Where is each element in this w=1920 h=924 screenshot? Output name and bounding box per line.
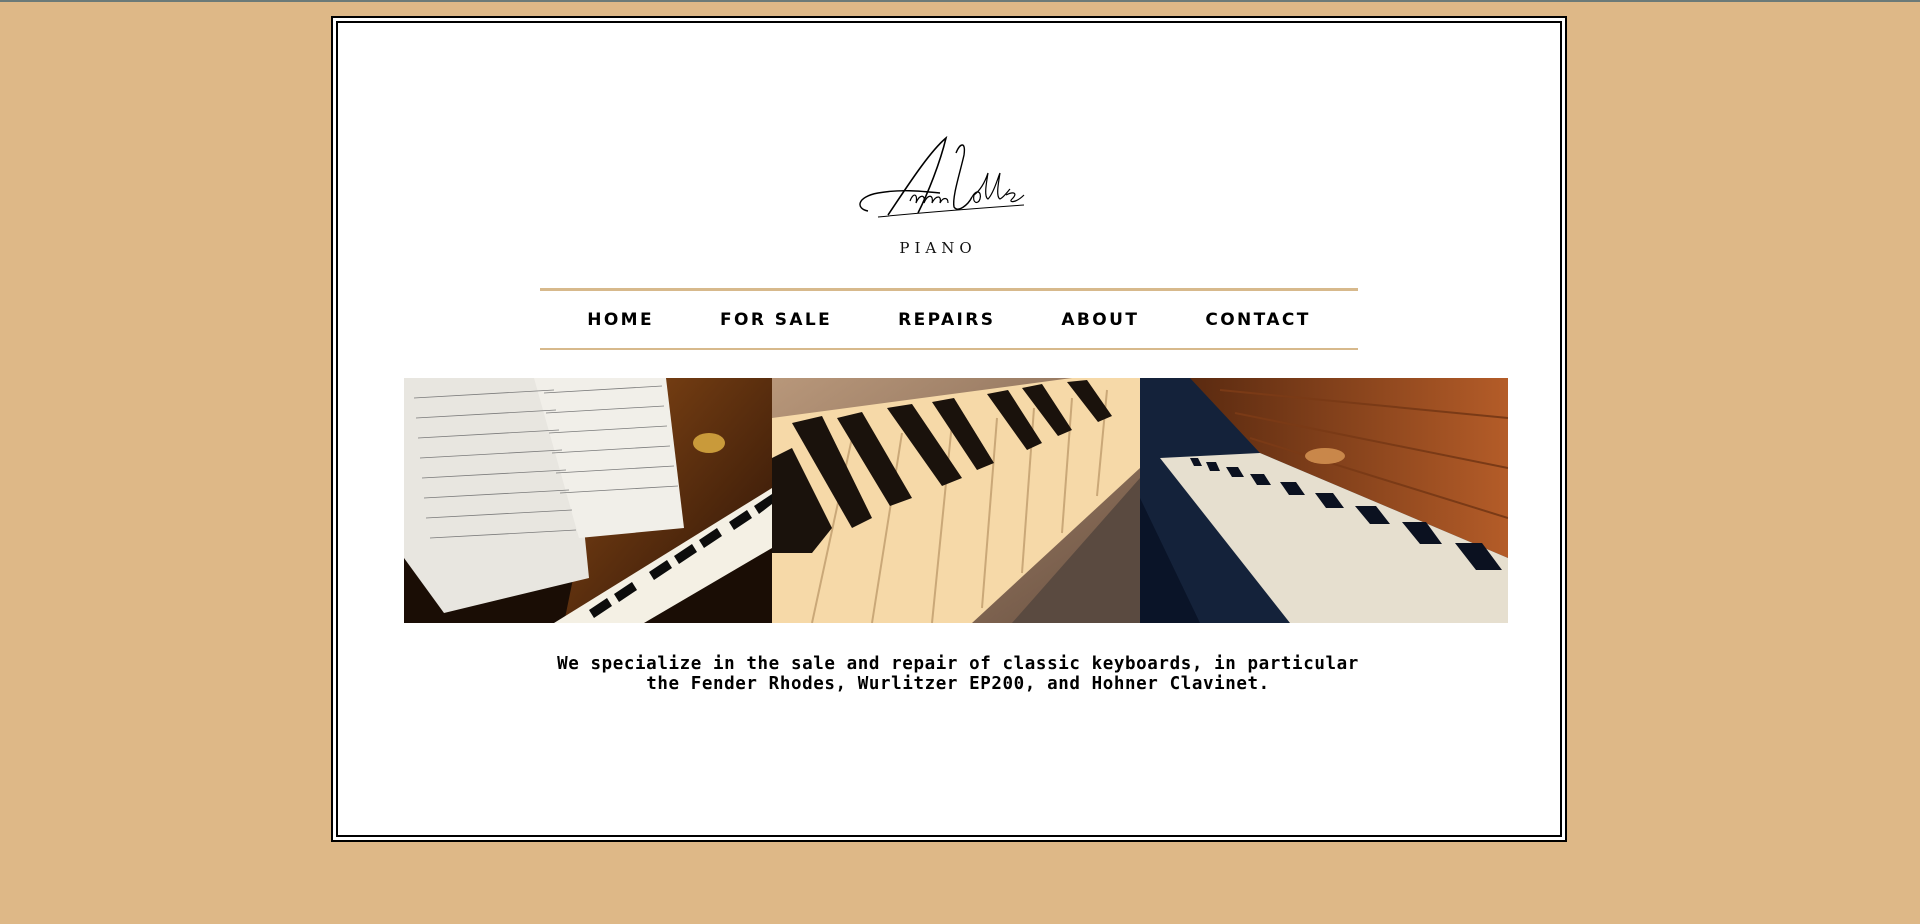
intro-text: We specialize in the sale and repair of … [458, 654, 1458, 694]
nav-about[interactable]: ABOUT [1061, 310, 1139, 330]
main-nav: HOME FOR SALE REPAIRS ABOUT CONTACT [540, 288, 1358, 350]
top-window-edge [0, 0, 1920, 2]
nav-contact[interactable]: CONTACT [1205, 310, 1310, 330]
nav-repairs[interactable]: REPAIRS [898, 310, 995, 330]
wooden-piano-keyboard-photo [1140, 378, 1508, 623]
nav-home[interactable]: HOME [587, 310, 654, 330]
brand-logo[interactable]: PIANO [848, 133, 1028, 263]
logo-signature-script [859, 135, 1025, 218]
nav-for-sale[interactable]: FOR SALE [720, 310, 832, 330]
photo-gallery [404, 378, 1508, 623]
intro-text-line-2: the Fender Rhodes, Wurlitzer EP200, and … [646, 674, 1270, 694]
intro-text-line-1: We specialize in the sale and repair of … [557, 654, 1359, 674]
page-frame: PIANO HOME FOR SALE REPAIRS ABOUT CONTAC… [331, 16, 1567, 842]
piano-keys-closeup-photo [772, 378, 1140, 623]
content-panel: PIANO HOME FOR SALE REPAIRS ABOUT CONTAC… [336, 21, 1562, 837]
sheet-music-upright-piano-photo [404, 378, 772, 623]
logo-subtitle: PIANO [899, 239, 977, 257]
